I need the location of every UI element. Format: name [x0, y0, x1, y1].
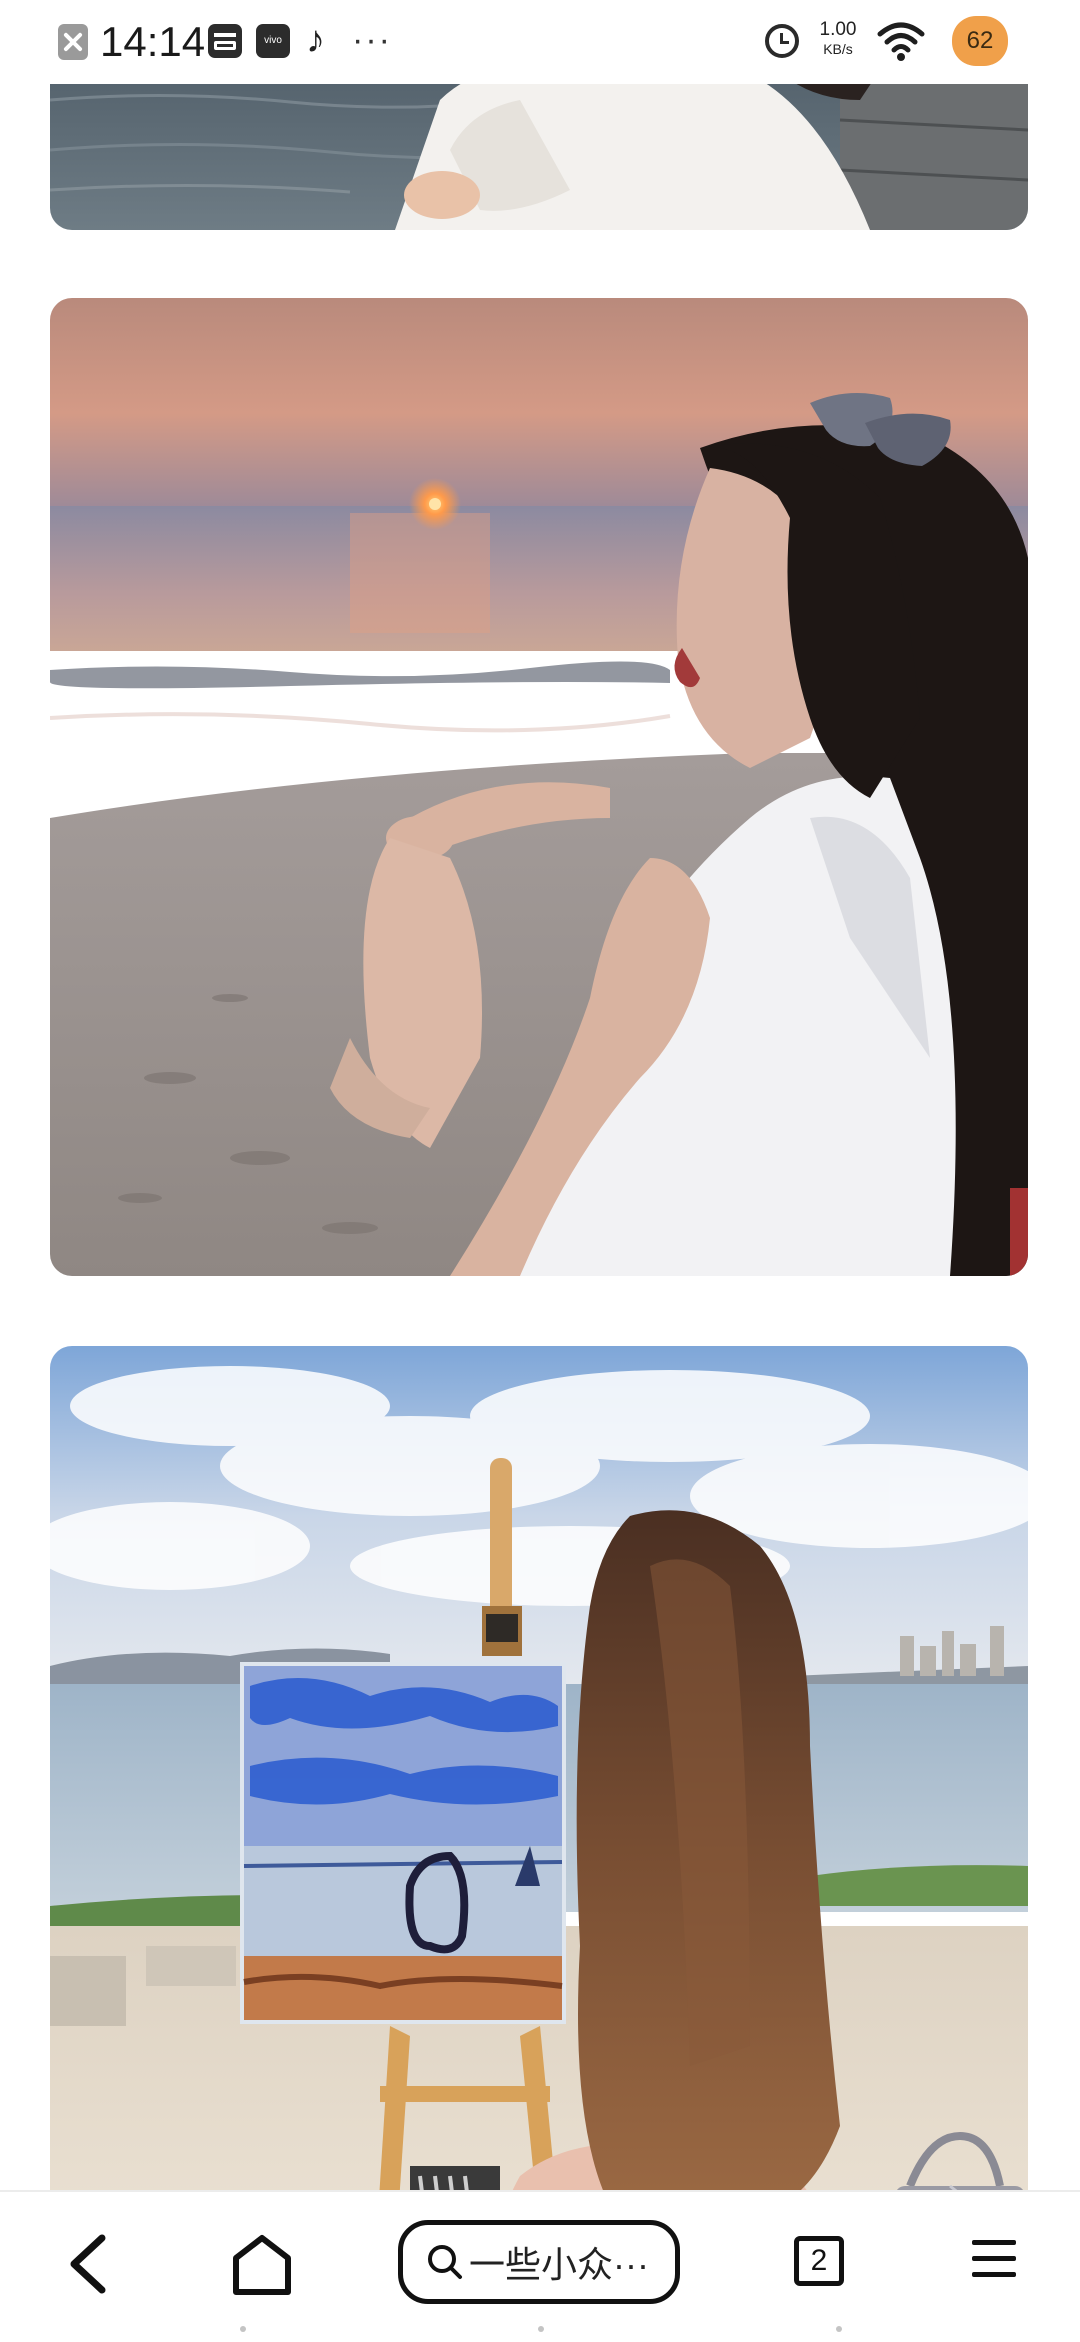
search-bar[interactable]: 一些小众··· [398, 2220, 680, 2304]
photo-sunset-beach[interactable] [50, 298, 1028, 1276]
network-speed-unit: KB/s [823, 41, 853, 57]
menu-icon[interactable] [970, 2236, 1018, 2282]
search-query-text: 一些小众··· [469, 2244, 649, 2285]
search-icon [425, 2242, 465, 2282]
bottom-nav-bar: 一些小众··· 2 [0, 2190, 1080, 2342]
wifi-icon [876, 16, 926, 66]
alarm-icon [765, 24, 799, 58]
content-feed [0, 0, 1080, 2340]
gesture-dot [538, 2326, 544, 2332]
photo-sunset-beach-image [50, 298, 1028, 1276]
network-speed: 1.00 KB/s [816, 20, 860, 56]
close-notification-icon[interactable] [58, 24, 88, 60]
status-bar: 14:14 vivo ♪ ··· 1.00 KB/s 62 [0, 0, 1080, 84]
tiktok-icon: ♪ [306, 19, 325, 61]
status-time: 14:14 [100, 18, 206, 65]
battery-icon: 62 [952, 16, 1008, 66]
wallet-icon [208, 24, 242, 58]
gesture-dot [836, 2326, 842, 2332]
more-icon: ··· [352, 21, 392, 59]
tabs-icon[interactable]: 2 [794, 2236, 844, 2286]
back-icon[interactable] [60, 2230, 116, 2298]
home-icon[interactable] [228, 2232, 296, 2300]
network-speed-value: 1.00 [819, 19, 857, 40]
gesture-dot [240, 2326, 246, 2332]
vivo-app-icon: vivo [256, 24, 290, 58]
